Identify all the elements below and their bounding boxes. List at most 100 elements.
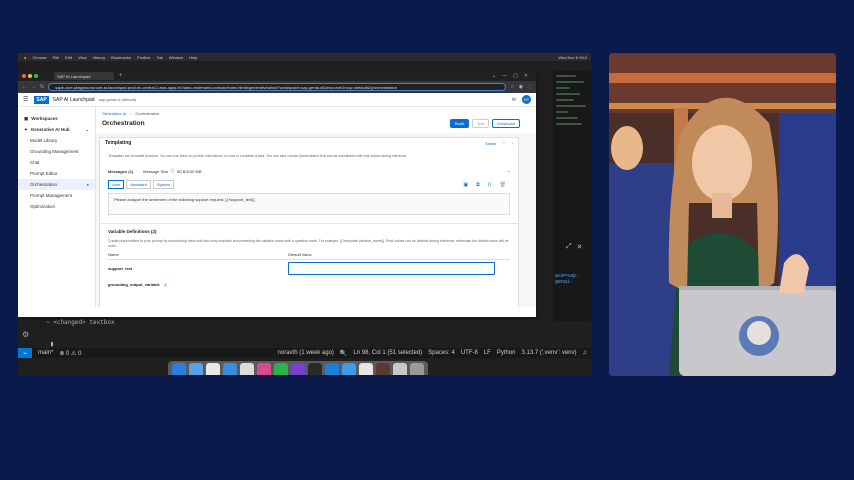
sidebar-item-prompt-management[interactable]: Prompt Management bbox=[18, 190, 95, 201]
chevron-up-icon[interactable]: ⌃ bbox=[502, 141, 505, 146]
zoom-icon[interactable]: 🔍 bbox=[340, 350, 347, 357]
branch-status[interactable]: main* bbox=[38, 350, 53, 356]
role-assistant-button[interactable]: Assistant bbox=[126, 180, 151, 189]
window-close-icon[interactable]: ✕ bbox=[524, 73, 528, 79]
safari-icon[interactable] bbox=[223, 362, 237, 375]
slack-icon[interactable] bbox=[257, 362, 271, 375]
extensions-icon[interactable]: ◉ bbox=[519, 84, 523, 90]
interpreter-status[interactable]: 3.13.7 ('.venv': venv) bbox=[522, 350, 577, 356]
back-icon[interactable]: ← bbox=[22, 84, 27, 90]
photos-icon[interactable] bbox=[376, 362, 390, 375]
avatar[interactable]: NT bbox=[522, 95, 531, 104]
window-restore-icon[interactable]: ▢ bbox=[513, 73, 518, 79]
menu-item-history[interactable]: History bbox=[93, 55, 105, 60]
language-status[interactable]: Python bbox=[497, 350, 516, 356]
bookmark-star-icon[interactable]: ☆ bbox=[510, 84, 514, 90]
messages-row: Messages (1) Message Size ⓘ 80 B/5.00 MB… bbox=[100, 164, 518, 178]
chevron-right-icon[interactable]: › bbox=[512, 141, 513, 146]
launchpad-icon[interactable] bbox=[189, 362, 203, 375]
messages-icon[interactable] bbox=[274, 362, 288, 375]
delete-icon[interactable]: 🗑 bbox=[500, 182, 506, 188]
sidebar-item-prompt-editor[interactable]: Prompt Editor bbox=[18, 168, 95, 179]
menu-item-chrome[interactable]: Chrome bbox=[32, 55, 46, 60]
terminal-panel-controls: ⤢ ✕ bbox=[566, 243, 582, 251]
cursor-position[interactable]: Ln 98, Col 1 (51 selected) bbox=[353, 350, 422, 356]
encoding-status[interactable]: UTF-8 bbox=[461, 350, 478, 356]
close-window-icon[interactable] bbox=[22, 74, 26, 78]
trash-icon[interactable] bbox=[410, 362, 424, 375]
chevron-down-icon: ⌄ bbox=[85, 127, 89, 132]
image-icon[interactable]: ▣ bbox=[463, 182, 468, 188]
indentation-status[interactable]: Spaces: 4 bbox=[428, 350, 455, 356]
eol-status[interactable]: LF bbox=[484, 350, 491, 356]
sidebar-item-workspaces[interactable]: ▣ Workspaces bbox=[18, 113, 95, 124]
gear-icon[interactable]: ⚙ bbox=[22, 330, 29, 339]
role-user-button[interactable]: User bbox=[108, 180, 125, 189]
sidebar-item-orchestration[interactable]: Orchestration ● bbox=[18, 179, 95, 190]
copy-icon[interactable]: ⧉ bbox=[476, 182, 480, 188]
app-title: SAP AI Launchpad bbox=[52, 96, 95, 103]
close-icon[interactable]: ✕ bbox=[577, 243, 583, 251]
sidebar-item-optimization[interactable]: Optimization bbox=[18, 201, 95, 212]
test-button[interactable]: Test bbox=[471, 119, 490, 128]
menu-item-bookmarks[interactable]: Bookmarks bbox=[111, 55, 131, 60]
address-toolbar: ← → ↻ sapit-core-playground-vole.ai-laun… bbox=[18, 81, 536, 93]
bell-icon[interactable]: ♫ bbox=[583, 350, 588, 356]
hamburger-icon[interactable]: ☰ bbox=[23, 96, 28, 103]
notifications-icon[interactable]: ✉ bbox=[512, 97, 516, 103]
download-button[interactable]: Download bbox=[492, 119, 520, 128]
minimize-window-icon[interactable] bbox=[28, 74, 32, 78]
workspace-selector[interactable]: sap-genai-xl (default) bbox=[99, 97, 137, 102]
menu-item-help[interactable]: Help bbox=[189, 55, 197, 60]
default-value-input[interactable] bbox=[288, 261, 495, 275]
system-settings-icon[interactable] bbox=[240, 362, 254, 375]
sidebar-item-generative-ai-hub[interactable]: ✦ Generative AI Hub ⌄ bbox=[18, 124, 95, 135]
build-button[interactable]: Build bbox=[449, 119, 469, 128]
role-system-button[interactable]: System bbox=[152, 180, 175, 189]
reload-icon[interactable]: ↻ bbox=[40, 84, 44, 90]
browser-tab[interactable]: SAP AI Launchpad bbox=[54, 72, 114, 80]
vscode-icon[interactable] bbox=[325, 362, 339, 375]
menu-kebab-icon[interactable]: ⋮ bbox=[527, 84, 532, 90]
select-button[interactable]: Select bbox=[485, 141, 496, 146]
menu-item-window[interactable]: Window bbox=[169, 55, 183, 60]
terminal-icon[interactable] bbox=[308, 362, 322, 375]
preview-icon[interactable] bbox=[393, 362, 407, 375]
teams-icon[interactable] bbox=[291, 362, 305, 375]
add-message-icon[interactable]: + bbox=[508, 169, 510, 174]
menu-item-tab[interactable]: Tab bbox=[156, 55, 162, 60]
chrome-icon[interactable] bbox=[206, 362, 220, 375]
zoom-window-icon[interactable] bbox=[34, 74, 38, 78]
sap-body: ▣ Workspaces ✦ Generative AI Hub ⌄ Model Li… bbox=[18, 107, 536, 307]
breadcrumb-generative-ai[interactable]: Generative AI bbox=[102, 111, 126, 116]
tab-search-icon[interactable]: ⌄ bbox=[492, 73, 496, 79]
templating-panel: Templating Select ⌃ › Templates are reus… bbox=[99, 137, 519, 307]
chrome-alt-icon[interactable] bbox=[359, 362, 373, 375]
remote-icon[interactable]: ⌁ bbox=[18, 348, 32, 358]
sidebar-item-model-library[interactable]: Model Library bbox=[18, 135, 95, 146]
message-textarea[interactable]: Please analyze the sentiment of the foll… bbox=[108, 193, 510, 215]
maximize-icon[interactable]: ⤢ bbox=[566, 243, 572, 251]
menu-item-edit[interactable]: Edit bbox=[65, 55, 72, 60]
page-header: Generative AI / Orchestration Orchestrat… bbox=[96, 107, 536, 133]
variables-table-header: Name Default Value bbox=[108, 252, 510, 260]
menu-item-profiles[interactable]: Profiles bbox=[137, 55, 150, 60]
breadcrumb-separator: / bbox=[130, 111, 132, 116]
forward-icon[interactable]: → bbox=[31, 84, 36, 90]
url-input[interactable]: sapit-core-playground-vole.ai-launchpad.… bbox=[48, 83, 507, 91]
code-icon[interactable]: ⟨⟩ bbox=[488, 182, 492, 188]
finder-icon[interactable] bbox=[172, 362, 186, 375]
sidebar-item-chat[interactable]: Chat bbox=[18, 157, 95, 168]
terminal-link[interactable]: ace=sap-genai- bbox=[555, 273, 591, 285]
menu-item-file[interactable]: File bbox=[53, 55, 59, 60]
sap-logo[interactable]: SAP bbox=[34, 95, 49, 104]
sidebar-item-grounding-management[interactable]: Grounding Management bbox=[18, 146, 95, 157]
problems-status[interactable]: ⊗ 0 ⚠ 0 bbox=[59, 350, 81, 357]
new-tab-icon[interactable]: + bbox=[119, 73, 123, 79]
git-blame-status[interactable]: noravth (1 week ago) bbox=[278, 350, 334, 356]
window-minimize-icon[interactable]: — bbox=[502, 73, 507, 79]
app-store-icon[interactable] bbox=[342, 362, 356, 375]
terminal-cursor[interactable]: ▮ bbox=[50, 340, 54, 348]
apple-icon[interactable]: ● bbox=[24, 55, 26, 60]
menu-item-view[interactable]: View bbox=[78, 55, 87, 60]
